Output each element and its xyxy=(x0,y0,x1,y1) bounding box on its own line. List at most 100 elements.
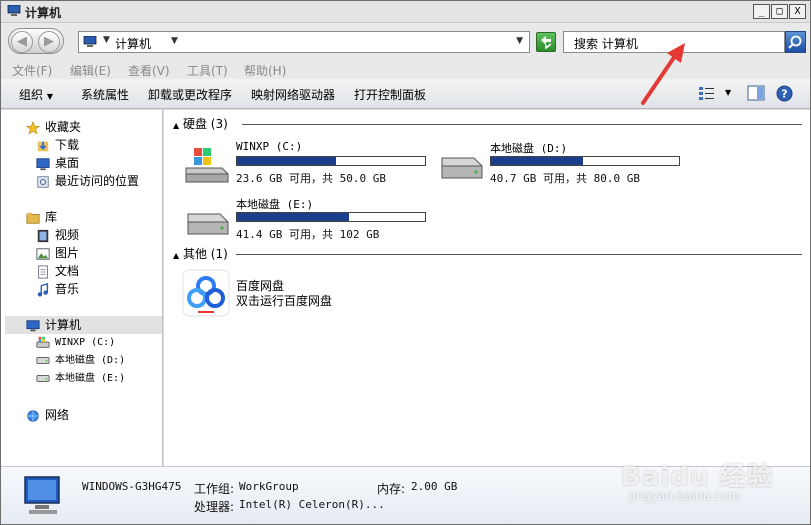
library-icon xyxy=(26,212,40,224)
uninstall-program-button[interactable]: 卸载或更改程序 xyxy=(148,86,232,103)
menu-tools[interactable]: 工具(T) xyxy=(187,62,228,79)
sidebar-item-label: 图片 xyxy=(55,246,80,260)
title-bar[interactable]: 计算机 _ □ X xyxy=(1,1,810,23)
breadcrumb-computer[interactable]: 计算机 xyxy=(115,35,151,52)
sidebar-item-label: 下载 xyxy=(55,138,80,152)
drive-c[interactable]: WINXP (C:) 23.6 GB 可用，共 50.0 GB xyxy=(182,140,432,190)
sidebar-item-label: 音乐 xyxy=(55,282,80,296)
group-hard-disks[interactable]: ▲ 硬盘 (3) xyxy=(173,116,228,132)
sidebar-item-label: 视频 xyxy=(55,228,80,242)
sidebar-item-downloads[interactable]: 下载 xyxy=(35,136,79,154)
refresh-button[interactable] xyxy=(536,32,556,52)
forward-arrow-icon[interactable]: ▶ xyxy=(38,31,60,53)
sidebar-item-label: 桌面 xyxy=(55,156,80,170)
drive-label: WINXP (C:) xyxy=(236,140,303,153)
windows-drive-icon xyxy=(185,148,229,183)
sidebar-favorites[interactable]: 收藏夹 xyxy=(25,118,81,136)
recent-places-icon xyxy=(37,175,49,188)
drive-label: 本地磁盘 (D:) xyxy=(490,142,568,155)
open-control-panel-button[interactable]: 打开控制面板 xyxy=(354,86,426,103)
computer-icon xyxy=(26,319,40,331)
group-other[interactable]: ▲ 其他 (1) xyxy=(173,246,228,262)
collapse-arrow-icon: ▲ xyxy=(173,121,180,130)
network-icon xyxy=(27,409,39,422)
explorer-window: 计算机 _ □ X ◀ ▶ ▼ 计算机 ▼ ▼ 搜索 计算机 文件(F) 编辑(… xyxy=(0,0,811,525)
menu-file[interactable]: 文件(F) xyxy=(12,62,52,79)
search-button[interactable] xyxy=(785,31,806,53)
video-icon xyxy=(37,229,49,242)
baidu-netdisk-item[interactable]: 百度网盘 双击运行百度网盘 xyxy=(182,265,482,317)
maximize-button[interactable]: □ xyxy=(771,4,788,19)
group-divider xyxy=(236,254,802,255)
drive-usage-fill xyxy=(237,213,349,221)
system-properties-button[interactable]: 系统属性 xyxy=(81,86,129,103)
map-network-drive-button[interactable]: 映射网络驱动器 xyxy=(251,86,335,103)
watermark-url: jingyan.baidu.com xyxy=(629,489,740,503)
back-arrow-icon[interactable]: ◀ xyxy=(11,31,33,53)
pictures-icon xyxy=(36,247,50,260)
view-chevron-down-icon[interactable]: ▼ xyxy=(725,88,731,97)
minimize-button[interactable]: _ xyxy=(753,4,770,19)
organize-button[interactable]: 组织 ▼ xyxy=(19,86,53,103)
desktop-icon xyxy=(36,157,50,170)
sidebar-item-label: 文档 xyxy=(55,264,80,278)
menu-help[interactable]: 帮助(H) xyxy=(244,62,286,79)
sidebar-item-recent[interactable]: 最近访问的位置 xyxy=(35,172,139,190)
sidebar-favorites-label: 收藏夹 xyxy=(45,120,82,134)
sidebar-libraries[interactable]: 库 xyxy=(25,208,57,226)
view-options-icon[interactable] xyxy=(698,85,716,101)
chevron-down-icon: ▼ xyxy=(46,92,53,101)
address-dropdown-icon[interactable]: ▼ xyxy=(516,36,523,46)
processor-label: 处理器: xyxy=(194,500,235,514)
drive-usage-fill xyxy=(491,157,584,165)
navigation-pane: 收藏夹 下载 桌面 最近访问的位置 库 视频 图片 文档 音乐 计算机 WINX… xyxy=(1,110,163,466)
computer-name: WINDOWS-G3HG475 xyxy=(82,480,182,493)
group-hard-disks-label: 硬盘 (3) xyxy=(182,117,228,131)
sidebar-item-videos[interactable]: 视频 xyxy=(35,226,79,244)
sidebar-computer[interactable]: 计算机 xyxy=(5,316,162,334)
sidebar-item-drive-c[interactable]: WINXP (C:) xyxy=(35,334,115,352)
watermark-logo: Baidu 经验 xyxy=(621,462,774,492)
breadcrumb-arrow-icon[interactable]: ▼ xyxy=(171,36,178,46)
hard-drive-icon xyxy=(187,213,229,235)
annotation-arrow-icon xyxy=(641,43,685,105)
sidebar-item-pictures[interactable]: 图片 xyxy=(35,244,79,262)
drive-d[interactable]: 本地磁盘 (D:) 40.7 GB 可用，共 80.0 GB xyxy=(436,140,686,190)
sidebar-item-drive-e[interactable]: 本地磁盘 (E:) xyxy=(35,370,125,388)
drive-free-space: 40.7 GB 可用，共 80.0 GB xyxy=(490,172,640,185)
menu-view[interactable]: 查看(V) xyxy=(128,62,170,79)
search-icon xyxy=(788,35,802,49)
computer-icon xyxy=(7,5,21,16)
drive-usage-bar xyxy=(236,212,426,222)
sidebar-item-label: 本地磁盘 (E:) xyxy=(55,373,126,384)
sidebar-item-music[interactable]: 音乐 xyxy=(35,280,79,298)
sidebar-item-label: 最近访问的位置 xyxy=(55,174,140,188)
sidebar-item-drive-d[interactable]: 本地磁盘 (D:) xyxy=(35,352,125,370)
sidebar-item-desktop[interactable]: 桌面 xyxy=(35,154,79,172)
nav-buttons: ◀ ▶ xyxy=(8,28,64,54)
organize-label: 组织 xyxy=(19,88,44,102)
sidebar-item-documents[interactable]: 文档 xyxy=(35,262,79,280)
baidu-netdisk-icon xyxy=(182,269,230,317)
sidebar-item-label: WINXP (C:) xyxy=(55,337,116,348)
preview-pane-icon[interactable] xyxy=(747,85,765,101)
help-icon[interactable]: ? xyxy=(776,85,793,102)
svg-text:?: ? xyxy=(781,88,787,101)
group-other-label: 其他 (1) xyxy=(182,247,228,261)
close-button[interactable]: X xyxy=(789,4,806,19)
memory-label: 内存: xyxy=(377,482,406,496)
breadcrumb-arrow-icon[interactable]: ▼ xyxy=(103,35,110,45)
group-divider xyxy=(242,124,802,125)
sidebar-network[interactable]: 网络 xyxy=(25,406,69,424)
download-folder-icon xyxy=(37,141,49,151)
hard-drive-icon xyxy=(441,157,483,179)
window-title: 计算机 xyxy=(25,6,62,20)
windows-drive-icon xyxy=(36,336,50,348)
menu-edit[interactable]: 编辑(E) xyxy=(70,62,111,79)
drive-free-space: 23.6 GB 可用，共 50.0 GB xyxy=(236,172,386,185)
sidebar-libraries-label: 库 xyxy=(45,210,58,224)
address-bar[interactable]: ▼ 计算机 ▼ ▼ xyxy=(78,31,530,53)
drive-e[interactable]: 本地磁盘 (E:) 41.4 GB 可用，共 102 GB xyxy=(182,196,432,246)
star-icon xyxy=(25,120,41,134)
music-icon xyxy=(37,282,49,297)
